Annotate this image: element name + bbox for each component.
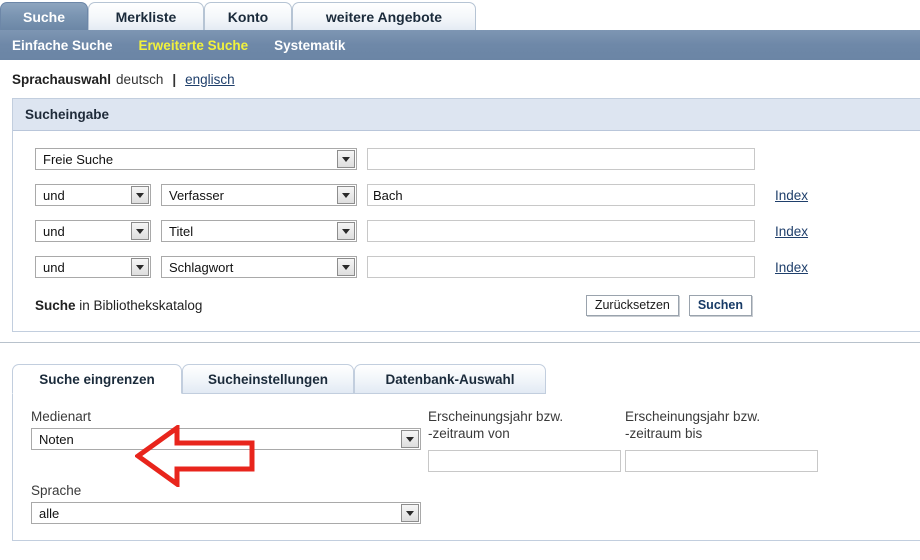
chevron-down-icon[interactable] xyxy=(337,258,355,276)
jahr-von-input[interactable] xyxy=(428,450,621,472)
medienart-select-value: Noten xyxy=(39,431,74,447)
language-selection-row: Sprachauswahl deutsch | englisch xyxy=(0,60,920,98)
field-select-3-value: Schlagwort xyxy=(169,259,234,275)
operator-select-3-value: und xyxy=(43,259,65,275)
reset-button[interactable]: Zurücksetzen xyxy=(585,294,679,316)
language-current-value: deutsch xyxy=(116,71,164,87)
catalog-action-row: Suche in Bibliothekskatalog Zurücksetzen… xyxy=(13,285,920,325)
subnav-item-einfache-suche[interactable]: Einfache Suche xyxy=(12,38,113,53)
chevron-down-icon[interactable] xyxy=(131,186,149,204)
search-row-2: und Titel Index xyxy=(13,213,920,249)
jahr-bis-input[interactable] xyxy=(625,450,818,472)
field-select-1-value: Verfasser xyxy=(169,187,224,203)
chevron-down-icon[interactable] xyxy=(337,150,355,168)
field-select-3[interactable]: Schlagwort xyxy=(161,256,357,278)
tab-weitere-angebote[interactable]: weitere Angebote xyxy=(292,2,476,30)
search-panel-body: Freie Suche und Verfasser Index und xyxy=(13,131,920,331)
chevron-down-icon[interactable] xyxy=(337,222,355,240)
medienart-select[interactable]: Noten xyxy=(31,428,421,450)
operator-select-3[interactable]: und xyxy=(35,256,151,278)
chevron-down-icon[interactable] xyxy=(131,222,149,240)
jahr-bis-label: Erscheinungsjahr bzw. -zeitraum bis xyxy=(625,409,761,441)
operator-select-1[interactable]: und xyxy=(35,184,151,206)
catalog-scope-label-rest: in Bibliothekskatalog xyxy=(75,297,203,313)
jahr-bis-group: Erscheinungsjahr bzw. -zeitraum bis xyxy=(625,408,818,472)
operator-select-2-value: und xyxy=(43,223,65,239)
search-input-0[interactable] xyxy=(367,148,755,170)
secondary-nav-bar: Einfache Suche Erweiterte Suche Systemat… xyxy=(0,30,920,60)
submit-button[interactable]: Suchen xyxy=(688,294,752,316)
operator-select-1-value: und xyxy=(43,187,65,203)
sprache-label: Sprache xyxy=(31,483,82,498)
sprache-select-value: alle xyxy=(39,505,60,521)
refine-panel: Medienart Noten Sprache alle Erscheinung… xyxy=(12,394,920,541)
subnav-item-erweiterte-suche[interactable]: Erweiterte Suche xyxy=(139,38,249,53)
jahr-von-label: Erscheinungsjahr bzw. -zeitraum von xyxy=(428,409,564,441)
refine-tab-bar: Suche eingrenzen Sucheinstellungen Daten… xyxy=(0,364,920,394)
catalog-scope-label-strong: Suche xyxy=(35,297,76,313)
jahr-von-group: Erscheinungsjahr bzw. -zeitraum von xyxy=(428,408,621,472)
search-row-0: Freie Suche xyxy=(13,141,920,177)
index-link-1[interactable]: Index xyxy=(775,188,808,203)
search-input-2[interactable] xyxy=(367,220,755,242)
tab-sucheinstellungen[interactable]: Sucheinstellungen xyxy=(182,364,354,394)
field-select-0-value: Freie Suche xyxy=(43,151,114,167)
language-link-englisch[interactable]: englisch xyxy=(185,72,235,87)
section-divider xyxy=(0,342,920,343)
tab-suche[interactable]: Suche xyxy=(0,2,88,30)
chevron-down-icon[interactable] xyxy=(337,186,355,204)
sprache-group: Sprache alle xyxy=(31,482,421,524)
tab-datenbank-auswahl[interactable]: Datenbank-Auswahl xyxy=(354,364,546,394)
chevron-down-icon[interactable] xyxy=(131,258,149,276)
operator-select-2[interactable]: und xyxy=(35,220,151,242)
chevron-down-icon[interactable] xyxy=(401,504,419,522)
medienart-label: Medienart xyxy=(31,409,92,424)
search-input-1[interactable] xyxy=(367,184,755,206)
search-panel: Sucheingabe Freie Suche und Verfasser In… xyxy=(12,98,920,332)
index-link-2[interactable]: Index xyxy=(775,224,808,239)
field-select-2[interactable]: Titel xyxy=(161,220,357,242)
search-row-1: und Verfasser Index xyxy=(13,177,920,213)
subnav-item-systematik[interactable]: Systematik xyxy=(274,38,345,53)
language-label: Sprachauswahl xyxy=(12,71,112,87)
catalog-scope-label: Suche in Bibliothekskatalog xyxy=(35,298,202,313)
field-select-1[interactable]: Verfasser xyxy=(161,184,357,206)
field-select-0[interactable]: Freie Suche xyxy=(35,148,357,170)
medienart-group: Medienart Noten xyxy=(31,408,421,450)
search-panel-header: Sucheingabe xyxy=(13,99,920,131)
sprache-select[interactable]: alle xyxy=(31,502,421,524)
language-separator: | xyxy=(172,71,177,87)
tab-konto[interactable]: Konto xyxy=(204,2,292,30)
search-row-3: und Schlagwort Index xyxy=(13,249,920,285)
tab-suche-eingrenzen[interactable]: Suche eingrenzen xyxy=(12,364,182,394)
primary-tab-bar: Suche Merkliste Konto weitere Angebote xyxy=(0,0,920,30)
field-select-2-value: Titel xyxy=(169,223,194,239)
chevron-down-icon[interactable] xyxy=(401,430,419,448)
index-link-3[interactable]: Index xyxy=(775,260,808,275)
tab-merkliste[interactable]: Merkliste xyxy=(88,2,204,30)
search-input-3[interactable] xyxy=(367,256,755,278)
